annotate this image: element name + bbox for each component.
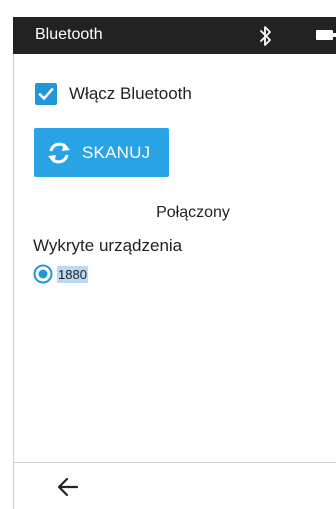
device-name: 1880 [57, 265, 88, 283]
device-list-item[interactable]: 1880 [33, 263, 88, 285]
battery-icon [316, 30, 336, 40]
enable-bluetooth-label: Włącz Bluetooth [69, 84, 192, 103]
scan-button[interactable]: SKANUJ [34, 128, 169, 177]
enable-bluetooth-row[interactable]: Włącz Bluetooth [35, 82, 192, 106]
arrow-left-icon[interactable] [55, 474, 81, 500]
bluetooth-icon [260, 26, 271, 46]
title-bar: Bluetooth [13, 17, 336, 54]
connection-status: Połączony [156, 204, 230, 221]
enable-bluetooth-checkbox[interactable] [35, 83, 57, 105]
left-border [13, 54, 14, 509]
scan-button-label: SKANUJ [82, 142, 151, 162]
detected-devices-heading: Wykryte urządzenia [33, 236, 183, 255]
bottom-divider [13, 462, 336, 463]
checkmark-icon [38, 87, 54, 101]
radio-selected-icon[interactable] [33, 264, 53, 284]
page-title: Bluetooth [35, 26, 103, 43]
refresh-icon [48, 142, 70, 163]
